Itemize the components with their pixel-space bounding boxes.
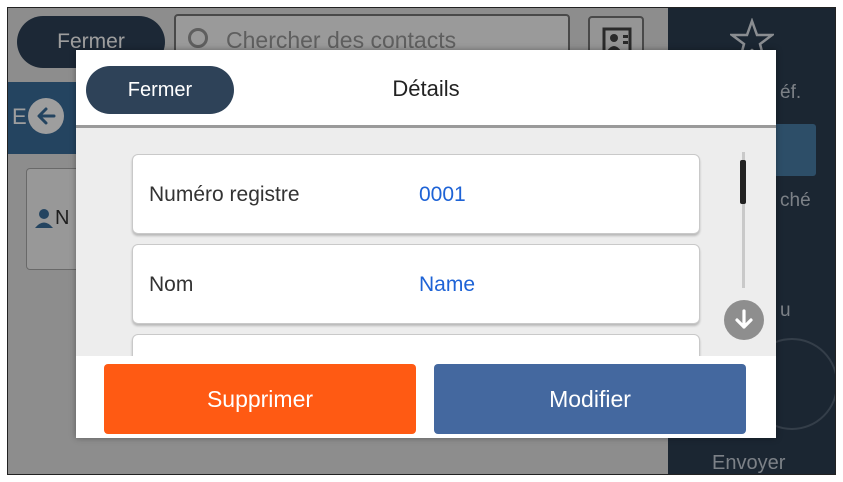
details-list[interactable]: Numéro registre 0001 Nom Name xyxy=(76,128,776,356)
detail-value: Name xyxy=(419,273,476,296)
dialog-footer: Supprimer Modifier xyxy=(76,356,776,438)
details-dialog: Fermer Détails Numéro registre 0001 Nom … xyxy=(76,50,776,438)
scroll-down-button[interactable] xyxy=(724,300,764,340)
dialog-header: Fermer Détails xyxy=(76,50,776,128)
detail-label: Numéro registre xyxy=(149,183,300,206)
detail-row-name[interactable]: Nom Name xyxy=(132,244,700,324)
detail-row-register-number[interactable]: Numéro registre 0001 xyxy=(132,154,700,234)
detail-value: 0001 xyxy=(419,183,466,206)
screen: Fermer Chercher des contacts E N éf. ché… xyxy=(7,7,836,475)
detail-label: Nom xyxy=(149,273,194,296)
arrow-down-icon xyxy=(735,309,753,329)
delete-button[interactable]: Supprimer xyxy=(104,364,416,434)
close-button[interactable]: Fermer xyxy=(86,66,234,114)
scrollbar-thumb[interactable] xyxy=(740,160,746,204)
detail-row-partial[interactable] xyxy=(132,334,700,356)
dialog-title: Détails xyxy=(392,76,460,101)
edit-button[interactable]: Modifier xyxy=(434,364,746,434)
